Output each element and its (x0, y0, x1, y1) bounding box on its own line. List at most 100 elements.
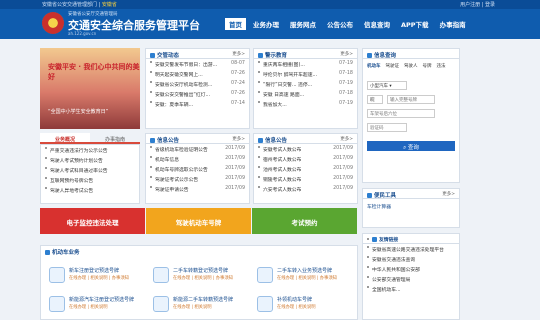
friend-link[interactable]: 公安部交通管理局 (363, 274, 459, 284)
nav-app[interactable]: APP下载 (397, 18, 433, 30)
search-icon: ⌕ (403, 145, 407, 151)
info2-more-link[interactable]: 更多> (340, 136, 353, 142)
vehicle-icon (257, 267, 273, 283)
banner-slogan: 安徽平安 · 我们心中共同的美好 (48, 63, 140, 81)
list-item[interactable]: 驾驶证申请公告 2017/09 (146, 184, 249, 194)
tab-driver[interactable]: 驾驶人 (404, 63, 418, 69)
query-panel: 信息查询 机动车 驾驶证 驾驶人 号牌 违法 小型汽车 ▾ 皖 ⌕ 查询 (362, 48, 460, 183)
list-item[interactable]: 严重交通违法行为公示公告 (41, 145, 139, 155)
list-item[interactable]: 机动车号牌选取公示公告 2017/09 (146, 164, 249, 174)
list-item[interactable]: 互联网预约号牌公告 (41, 175, 139, 185)
list-item[interactable]: 机动车信息 2017/09 (146, 154, 249, 164)
left-tabs: 业务概况 办事指南 (40, 133, 140, 144)
list-item[interactable]: 安徽公安交警推出“红灯... 07-26 (146, 89, 249, 99)
nav-business[interactable]: 业务办理 (249, 18, 283, 30)
tab-plate[interactable]: 号牌 (423, 63, 432, 69)
friend-links-panel: 友情链接 安徽省高速公路交通违法处理平台 安徽省交通违法查询 中华人民共和国公安… (362, 233, 460, 320)
list-item[interactable]: “限行”日交警... 违停... 07-19 (254, 79, 357, 89)
list-item[interactable]: 驾驶人考试预约计划公告 (41, 155, 139, 165)
vehicle-icon (49, 267, 65, 283)
plate-number-input[interactable] (387, 95, 435, 104)
list-item[interactable]: 安徽：夏季车辆... 07-14 (146, 99, 249, 109)
region-switch[interactable]: 安徽省 (102, 2, 117, 8)
tab-vehicle[interactable]: 机动车 (367, 63, 381, 69)
vehicle-icon (257, 296, 273, 312)
nav-notices[interactable]: 公告公布 (323, 18, 357, 30)
tools-icon (367, 193, 372, 198)
tab-overview[interactable]: 业务概况 (40, 133, 90, 143)
hero-banner[interactable]: 安徽平安 · 我们心中共同的美好 “全国中小学生安全教育日” (40, 48, 140, 129)
exam-booking-button[interactable]: 考试预约 (252, 208, 357, 234)
query-icon (367, 53, 372, 58)
info-panel: 信息公告 更多> 省级机动车检验证明公告 2017/09 机动车信息 2017/09 … (145, 133, 250, 204)
friend-link[interactable]: 中华人民共和国公安部 (363, 264, 459, 274)
news-more-link[interactable]: 更多> (232, 51, 245, 57)
news-panel: 交管动态 更多> 安徽交警发布节假日：出游... 08-07 明天起安徽交警网上..… (145, 48, 250, 129)
info-icon (258, 138, 263, 143)
service-item[interactable]: 新能源二手车转籍预选号牌 在线办理 | 相关说明 (153, 294, 253, 320)
friend-link[interactable]: 全国机动车... (363, 284, 459, 294)
query-button[interactable]: ⌕ 查询 (367, 141, 455, 151)
top-bar: 安徽省公安交通管理部门 | 安徽省 用户注册 | 登录 (0, 0, 540, 9)
left-notice-list: 严重交通违法行为公示公告 驾驶人考试预约计划公告 驾驶人考试科目通过率公告 互联… (40, 144, 140, 204)
vehicle-icon (49, 296, 65, 312)
list-item[interactable]: 安徽 日高速 路面... 07-18 (254, 89, 357, 99)
friend-link[interactable]: 安徽省高速公路交通违法处理平台 (363, 244, 459, 254)
list-item[interactable]: 明天起安徽交警网上... 07-26 (146, 69, 249, 79)
list-item[interactable]: 驾驶证考试公示公告 2017/09 (146, 174, 249, 184)
quick-service-bar: 电子监控违法处理 驾驶机动车号牌 考试预约 (40, 208, 358, 234)
service-item[interactable]: 二手车转入业务预选号牌 在线办理 | 相关说明 | 办事须知 (257, 265, 357, 291)
police-emblem-icon (42, 12, 64, 34)
captcha-input[interactable] (367, 123, 407, 132)
plate-select-button[interactable]: 驾驶机动车号牌 (146, 208, 251, 234)
list-item[interactable]: 重庆两车相撞(图)... 07-19 (254, 59, 357, 69)
car-calculator-link[interactable]: 车检计算器 (363, 199, 459, 214)
vehicle-icon (153, 296, 169, 312)
list-item[interactable]: 安徽考试人数公布 2017/09 (254, 144, 357, 154)
list-item[interactable]: 安徽省公安厅机动车检测... 07-24 (146, 79, 249, 89)
query-tabs: 机动车 驾驶证 驾驶人 号牌 违法 (367, 63, 446, 69)
site-url: ah.122.gov.cn (68, 31, 97, 36)
login-links[interactable]: 用户注册 | 登录 (460, 1, 495, 8)
news-icon (150, 53, 155, 58)
plate-prefix-select[interactable]: 皖 (367, 95, 383, 104)
main-nav: 首页 业务办理 服务网点 公告公布 信息查询 APP下载 办事指南 (225, 18, 473, 30)
vehicle-icon (153, 267, 169, 283)
warning-icon (258, 53, 263, 58)
vehicle-type-select[interactable]: 小型汽车 ▾ (367, 81, 407, 90)
list-item[interactable]: 安徽交警发布节假日：出游... 08-07 (146, 59, 249, 69)
nav-outlets[interactable]: 服务网点 (286, 18, 320, 30)
nav-query[interactable]: 信息查询 (360, 18, 394, 30)
list-item[interactable]: 驾驶人异地考试公告 (41, 185, 139, 195)
nav-home[interactable]: 首页 (225, 18, 246, 30)
list-item[interactable]: 呼伦贝尔 醉驾开车超速... 07-18 (254, 69, 357, 79)
friend-link[interactable]: 安徽省交通违法查询 (363, 254, 459, 264)
camera-violation-button[interactable]: 电子监控违法处理 (40, 208, 145, 234)
top-bar-left: 安徽省公安交通管理部门 | 安徽省 (42, 2, 117, 8)
info-panel-2: 信息公告 更多> 安徽考试人数公布 2017/09 宿州考试人数公布 2017/09 … (253, 133, 358, 204)
nav-guide[interactable]: 办事指南 (436, 18, 470, 30)
car-icon (45, 250, 50, 255)
list-item[interactable]: 省级机动车检验证明公告 2017/09 (146, 144, 249, 154)
info-more-link[interactable]: 更多> (232, 136, 245, 142)
vin-input[interactable] (367, 109, 435, 118)
tab-guide[interactable]: 办事指南 (90, 133, 140, 143)
list-item[interactable]: 池州考试人数公布 2017/09 (254, 164, 357, 174)
service-item[interactable]: 二手车转籍登记预选号牌 在线办理 | 相关说明 | 办事须知 (153, 265, 253, 291)
banner-caption: “全国中小学生安全教育日” (48, 109, 109, 115)
service-item[interactable]: 补领机动车号牌 在线办理 | 相关说明 (257, 294, 357, 320)
warning-more-link[interactable]: 更多> (340, 51, 353, 57)
tools-panel: 便民工具 更多> 车检计算器 (362, 188, 460, 228)
tools-more-link[interactable]: 更多> (442, 191, 455, 197)
service-item[interactable]: 新车注册登记预选号牌 在线办理 | 相关说明 | 办事须知 (49, 265, 149, 291)
list-item[interactable]: 驾驶人考试科目通过率公告 (41, 165, 139, 175)
service-item[interactable]: 新能源汽车注册登记预选号牌 在线办理 | 相关说明 (49, 294, 149, 320)
list-item[interactable]: 六安考试人数公布 2017/09 (254, 184, 357, 194)
warning-panel: 警示教育 更多> 重庆两车相撞(图)... 07-19 呼伦贝尔 醉驾开车超速...… (253, 48, 358, 129)
tab-violation[interactable]: 违法 (437, 63, 446, 69)
list-item[interactable]: 铜陵考试人数公布 2017/09 (254, 174, 357, 184)
tab-license[interactable]: 驾驶证 (386, 63, 400, 69)
list-item[interactable]: 宿州考试人数公布 2017/09 (254, 154, 357, 164)
info-icon (150, 138, 155, 143)
list-item[interactable]: 我省加大... 07-19 (254, 99, 357, 109)
